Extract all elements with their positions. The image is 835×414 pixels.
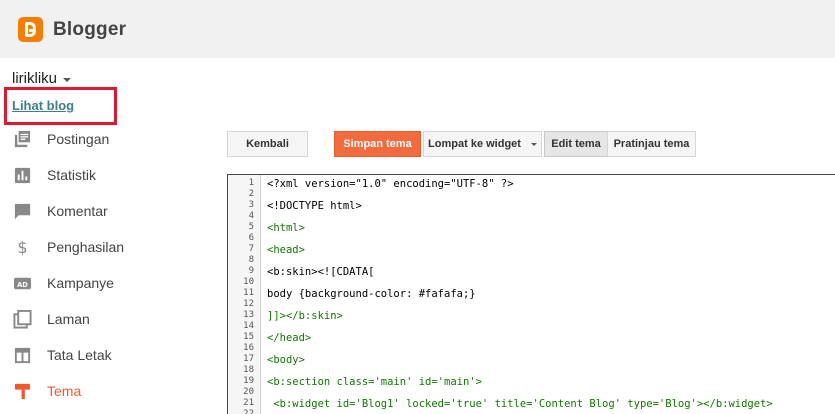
- view-blog-link[interactable]: Lihat blog: [12, 98, 74, 113]
- line-number: 10: [243, 277, 254, 287]
- code-line: <b:skin><![CDATA[: [267, 266, 375, 278]
- line-number: 19: [243, 376, 254, 386]
- chevron-down-icon: [63, 77, 71, 82]
- sidebar-item-kampanye[interactable]: AD Kampanye: [0, 266, 210, 300]
- code-line: <!DOCTYPE html>: [267, 200, 362, 212]
- line-number: 4: [248, 211, 254, 221]
- line-number: 2: [248, 189, 254, 199]
- code-line: </head>: [267, 332, 312, 344]
- sidebar-item-tata-letak[interactable]: Tata Letak: [0, 338, 210, 372]
- line-number: 11: [243, 288, 254, 298]
- jump-to-widget-label: Lompat ke widget: [428, 138, 521, 150]
- code-line: <head>: [267, 244, 305, 256]
- code-line: <body>: [267, 354, 305, 366]
- sidebar-item-label: Postingan: [47, 131, 110, 147]
- blog-selector[interactable]: lirikliku: [12, 70, 71, 87]
- ad-icon: AD: [13, 277, 32, 289]
- line-number: 21: [243, 398, 254, 408]
- line-number: 7: [248, 244, 254, 254]
- top-bar: Blogger: [0, 0, 835, 58]
- sidebar-item-laman[interactable]: Laman: [0, 302, 210, 336]
- line-number-gutter: 1 2 3 4 5 6 7 8 9 10 11 12 13 14 15 16 1…: [228, 175, 261, 414]
- app-title[interactable]: Blogger: [53, 19, 126, 41]
- layout-icon: [14, 347, 31, 363]
- line-number: 9: [248, 266, 254, 276]
- preview-theme-button[interactable]: Pratinjau tema: [607, 131, 696, 157]
- blogger-logo-icon[interactable]: [18, 17, 43, 42]
- chevron-down-icon: [530, 142, 537, 146]
- line-number: 20: [243, 387, 254, 397]
- code-line: body {background-color: #fafafa;}: [267, 288, 476, 300]
- svg-text:AD: AD: [17, 280, 28, 288]
- sidebar-item-label: Penghasilan: [47, 239, 125, 255]
- sidebar-item-tema[interactable]: Tema: [0, 374, 210, 408]
- sidebar-item-label: Tata Letak: [47, 347, 112, 363]
- sidebar-item-penghasilan[interactable]: $ Penghasilan: [0, 230, 210, 264]
- line-number: 15: [243, 332, 254, 342]
- line-number: 16: [243, 343, 254, 353]
- sidebar-item-postingan[interactable]: Postingan: [0, 122, 210, 156]
- sidebar-item-label: Tema: [47, 383, 82, 399]
- line-number: 22: [243, 409, 254, 414]
- pages-icon: [13, 309, 32, 329]
- code-editor[interactable]: 1 2 3 4 5 6 7 8 9 10 11 12 13 14 15 16 1…: [227, 174, 835, 414]
- dollar-icon: $: [17, 238, 27, 257]
- line-number: 8: [248, 255, 254, 265]
- jump-to-widget-dropdown[interactable]: Lompat ke widget: [423, 131, 542, 157]
- sidebar-item-label: Kampanye: [47, 275, 114, 291]
- code-line: <html>: [267, 222, 305, 234]
- line-number: 13: [243, 310, 254, 320]
- line-number: 5: [248, 222, 254, 232]
- comment-icon: [14, 203, 31, 219]
- line-number: 12: [243, 299, 254, 309]
- edit-theme-button[interactable]: Edit tema: [544, 131, 608, 157]
- save-theme-button[interactable]: Simpan tema: [334, 131, 421, 157]
- back-button[interactable]: Kembali: [227, 131, 308, 157]
- posts-icon: [14, 130, 31, 147]
- line-number: 14: [243, 321, 254, 331]
- line-number: 17: [243, 354, 254, 364]
- line-number: 1: [248, 178, 254, 188]
- line-number: 6: [248, 233, 254, 243]
- sidebar-item-label: Statistik: [47, 167, 97, 183]
- line-number: 18: [243, 365, 254, 375]
- svg-text:$: $: [17, 238, 27, 257]
- stats-icon: [14, 167, 31, 183]
- sidebar-item-komentar[interactable]: Komentar: [0, 194, 210, 228]
- theme-icon: [14, 383, 31, 399]
- blog-name: lirikliku: [12, 70, 57, 87]
- sidebar-item-statistik[interactable]: Statistik: [0, 158, 210, 192]
- code-line: <b:section class='main' id='main'>: [267, 376, 482, 388]
- code-line: ]]></b:skin>: [267, 310, 343, 322]
- sidebar-item-label: Laman: [47, 311, 90, 327]
- code-line: <?xml version="1.0" encoding="UTF-8" ?>: [267, 178, 514, 190]
- line-number: 3: [248, 200, 254, 210]
- code-line: <b:widget id='Blog1' locked='true' title…: [267, 398, 773, 410]
- sidebar-item-label: Komentar: [47, 203, 108, 219]
